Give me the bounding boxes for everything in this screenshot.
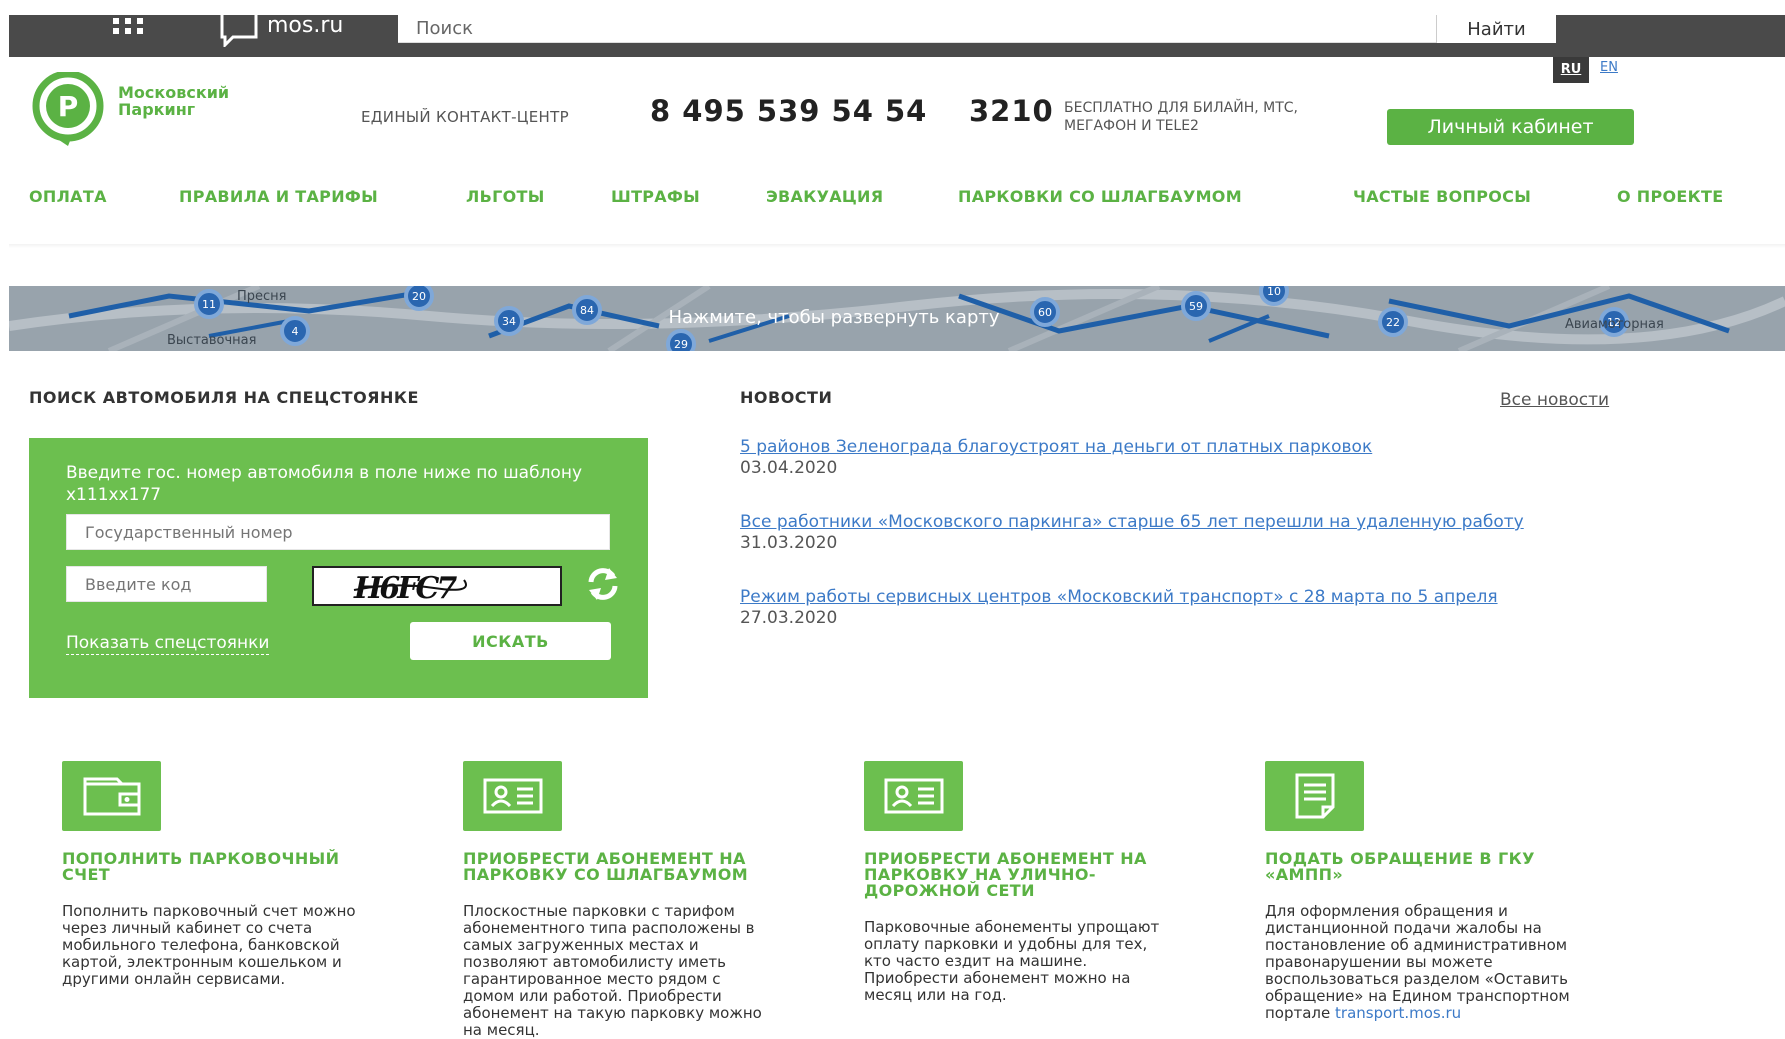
car-search-panel: Введите гос. номер автомобиля в поле ниж… xyxy=(29,438,648,698)
service-description: Для оформления обращения и дистанционной… xyxy=(1265,903,1572,1022)
map-cluster-count[interactable]: 29 xyxy=(674,338,688,351)
captcha-picture: H6FC7 xyxy=(353,571,467,606)
service-street-subscription[interactable]: ПРИОБРЕСТИ АБОНЕМЕНТ НА ПАРКОВКУ НА УЛИЧ… xyxy=(831,761,1171,1004)
lang-ru-link[interactable]: RU xyxy=(1553,57,1589,83)
nav-item-evacuation[interactable]: ЭВАКУАЦИЯ xyxy=(766,187,883,206)
news-link[interactable]: Режим работы сервисных центров «Московск… xyxy=(740,587,1498,607)
service-appeal[interactable]: ПОДАТЬ ОБРАЩЕНИЕ В ГКУ «АМПП» Для оформл… xyxy=(1232,761,1572,1022)
service-description: Плоскостные парковки с тарифом абонемент… xyxy=(463,902,762,1039)
short-phone[interactable]: 3210 xyxy=(969,94,1054,128)
all-news-link[interactable]: Все новости xyxy=(1500,390,1609,410)
svg-text:P: P xyxy=(58,90,79,123)
id-card-icon xyxy=(864,761,963,831)
nav-item-barrier-parking[interactable]: ПАРКОВКИ СО ШЛАГБАУМОМ xyxy=(958,187,1242,206)
service-title[interactable]: ПОДАТЬ ОБРАЩЕНИЕ В ГКУ «АМПП» xyxy=(1265,851,1572,883)
service-barrier-subscription[interactable]: ПРИОБРЕСТИ АБОНЕМЕНТ НА ПАРКОВКУ СО ШЛАГ… xyxy=(430,761,770,1039)
map-place-name: Пресня xyxy=(237,289,287,304)
service-title[interactable]: ПРИОБРЕСТИ АБОНЕМЕНТ НА ПАРКОВКУ НА УЛИЧ… xyxy=(864,851,1171,899)
news-date: 03.04.2020 xyxy=(740,458,838,478)
site-search xyxy=(398,15,1436,43)
parking-p-icon: P xyxy=(32,72,104,146)
nav-item-faq[interactable]: ЧАСТЫЕ ВОПРОСЫ xyxy=(1353,187,1531,206)
captcha-code-input[interactable] xyxy=(66,566,267,602)
nav-item-about[interactable]: О ПРОЕКТЕ xyxy=(1617,187,1723,206)
search-button[interactable]: Найти xyxy=(1436,15,1556,43)
brand-line-1: Московский xyxy=(118,83,230,102)
expand-map-hint[interactable]: Нажмите, чтобы развернуть карту xyxy=(9,307,1659,328)
map-preview[interactable]: 11 20 34 84 4 29 60 59 10 22 12 Пресня В… xyxy=(9,286,1785,351)
main-nav: ОПЛАТА ПРАВИЛА И ТАРИФЫ ЛЬГОТЫ ШТРАФЫ ЭВ… xyxy=(29,187,1749,209)
speech-bubble-icon xyxy=(220,13,258,47)
personal-cabinet-button[interactable]: Личный кабинет xyxy=(1387,109,1634,145)
lang-en-link[interactable]: EN xyxy=(1600,60,1618,75)
document-icon xyxy=(1265,761,1364,831)
news-link[interactable]: Все работники «Московского паркинга» ста… xyxy=(740,512,1524,532)
service-description: Пополнить парковочный счет можно через л… xyxy=(62,902,356,988)
mos-ru-logo[interactable]: mos.ru xyxy=(219,13,343,47)
service-title[interactable]: ПОПОЛНИТЬ ПАРКОВОЧНЫЙ СЧЕТ xyxy=(62,851,369,883)
service-top-up[interactable]: ПОПОЛНИТЬ ПАРКОВОЧНЫЙ СЧЕТ Пополнить пар… xyxy=(29,761,369,988)
apps-grid-icon[interactable] xyxy=(113,18,153,40)
news-date: 31.03.2020 xyxy=(740,533,838,553)
plate-number-input[interactable] xyxy=(66,514,610,550)
brand-line-2: Паркинг xyxy=(118,100,196,119)
search-input[interactable] xyxy=(398,15,1436,42)
news-item: Все работники «Московского паркинга» ста… xyxy=(740,512,1524,553)
news-item: Режим работы сервисных центров «Московск… xyxy=(740,587,1498,628)
map-cluster-count[interactable]: 20 xyxy=(412,290,426,303)
car-search-title: ПОИСК АВТОМОБИЛЯ НА СПЕЦСТОЯНКЕ xyxy=(29,388,419,407)
short-phone-note: БЕСПЛАТНО ДЛЯ БИЛАЙН, МТС, МЕГАФОН И TEL… xyxy=(1064,100,1298,134)
search-car-button[interactable]: ИСКАТЬ xyxy=(410,622,611,660)
contact-phone[interactable]: 8 495 539 54 54 xyxy=(650,94,927,128)
news-link[interactable]: 5 районов Зеленограда благоустроят на де… xyxy=(740,437,1372,457)
nav-item-fines[interactable]: ШТРАФЫ xyxy=(611,187,700,206)
contact-center-label: ЕДИНЫЙ КОНТАКТ-ЦЕНТР xyxy=(361,108,569,126)
map-place-name: Выставочная xyxy=(167,333,256,348)
service-title[interactable]: ПРИОБРЕСТИ АБОНЕМЕНТ НА ПАРКОВКУ СО ШЛАГ… xyxy=(463,851,770,883)
nav-divider xyxy=(9,244,1785,248)
news-title: НОВОСТИ xyxy=(740,388,833,407)
nav-item-benefits[interactable]: ЛЬГОТЫ xyxy=(466,187,545,206)
wallet-icon xyxy=(62,761,161,831)
id-card-icon xyxy=(463,761,562,831)
news-date: 27.03.2020 xyxy=(740,608,838,628)
map-cluster-count[interactable]: 10 xyxy=(1267,286,1281,298)
topbar-filler xyxy=(1556,15,1785,57)
show-impound-lots-link[interactable]: Показать спецстоянки xyxy=(66,632,270,655)
moscow-parking-logo[interactable]: P Московский Паркинг xyxy=(28,72,229,148)
captcha-image: H6FC7 xyxy=(312,566,562,606)
transport-portal-link[interactable]: transport.mos.ru xyxy=(1335,1004,1461,1022)
captcha-text: H6FC7 xyxy=(353,571,457,604)
nav-item-rules[interactable]: ПРАВИЛА И ТАРИФЫ xyxy=(179,187,378,206)
portal-name: mos.ru xyxy=(267,13,344,38)
refresh-captcha-icon[interactable] xyxy=(583,564,623,604)
plate-hint: Введите гос. номер автомобиля в поле ниж… xyxy=(66,463,583,505)
service-description: Парковочные абонементы упрощают оплату п… xyxy=(864,918,1160,1004)
nav-item-payment[interactable]: ОПЛАТА xyxy=(29,187,107,206)
news-item: 5 районов Зеленограда благоустроят на де… xyxy=(740,437,1372,478)
